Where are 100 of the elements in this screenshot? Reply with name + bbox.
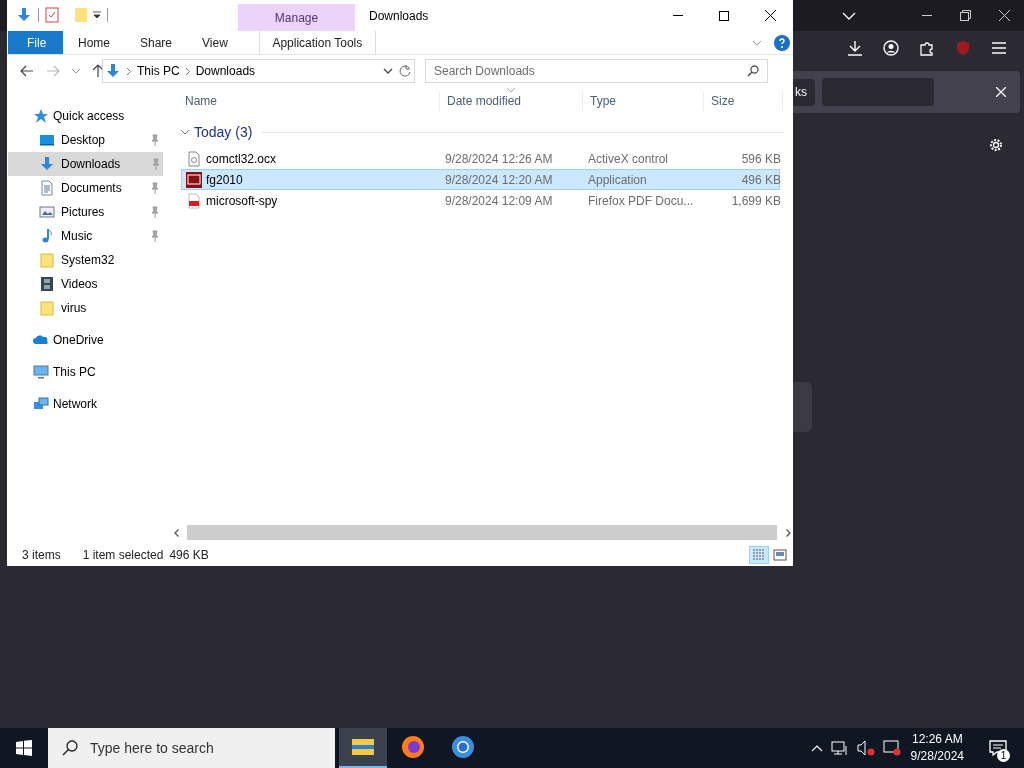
find-option-button[interactable]: ks [793,78,815,106]
clock[interactable]: 12:26 AM 9/28/2024 [908,731,972,765]
up-arrow-icon [92,64,104,78]
ribbon-tab[interactable]: Application Tools [258,31,376,54]
date-cell-text: 9/28/2024 12:20 AM [444,172,554,187]
ribbon-tab[interactable]: Home [63,31,125,54]
date-cell-text: 9/28/2024 12:09 AM [444,193,554,208]
network-icon [33,396,49,412]
nav-item[interactable]: OneDrive [7,328,162,352]
selection-size: 496 KB [169,548,209,562]
help-icon [774,34,790,51]
document-icon [39,180,55,196]
search-icon [747,65,759,77]
refresh-button[interactable] [399,65,411,77]
column-header[interactable]: Date modified [440,91,583,111]
nav-item[interactable]: This PC [7,360,162,384]
maximize-icon [719,10,729,21]
app-icon [186,171,202,188]
search-field[interactable]: Search Downloads [425,59,768,83]
picture-icon [39,204,55,220]
folder-icon [39,300,55,316]
download-arrow-icon [39,156,55,172]
file-row[interactable]: comctl32.ocx 9/28/2024 12:26 AM ActiveX control 596 KB [181,148,780,169]
view-button[interactable] [770,546,790,564]
item-count: 3 items [22,548,61,562]
scroll-right-icon [785,528,791,537]
nav-item[interactable]: Quick access [7,104,162,128]
nav-item[interactable]: Music [7,224,162,248]
shield-icon [955,40,971,56]
file-row[interactable]: fg2010 9/28/2024 12:20 AM Application 496 KB [181,169,780,190]
breadcrumb[interactable]: This PC [137,64,180,78]
type-cell-text: Firefox PDF Docu... [587,193,695,208]
speaker-muted-icon [856,740,875,756]
pin-icon [150,230,160,242]
help-button[interactable] [774,34,790,51]
nav-item[interactable]: Documents [7,176,162,200]
recent-locations-button[interactable] [72,68,80,74]
network-button[interactable] [830,740,849,756]
close-find-button[interactable] [996,87,1006,97]
file-row[interactable]: microsoft-spy 9/28/2024 12:09 AM Firefox PDF Docu... 1,699 KB [181,190,780,211]
nav-item[interactable]: virus [7,296,162,320]
column-header[interactable]: Size [704,91,783,111]
back-button[interactable] [20,65,34,77]
chevron-right-icon [127,67,131,75]
address-bar[interactable]: This PC Downloads [102,59,415,83]
puzzle-icon [919,40,935,56]
folder-icon [75,7,87,23]
film-icon [39,276,55,292]
tray-app-button[interactable] [882,740,901,756]
download-arrow-icon [16,7,32,23]
chevron-up-icon [810,744,823,752]
notifications-button[interactable]: 1 [980,728,1016,768]
ribbon-tab[interactable]: View [187,31,243,54]
back-arrow-icon [20,65,34,77]
ribbon-tab[interactable]: File [8,31,63,54]
date-cell-text: 9/28/2024 12:26 AM [444,151,554,166]
group-header[interactable]: Today (3) [180,122,793,142]
taskbar-search-field[interactable]: Type here to search [48,728,335,768]
nav-item[interactable]: Network [7,392,162,416]
dropdown-icon [93,11,101,19]
settings-icon [988,137,1004,153]
star-icon [33,108,49,124]
tray-expand-button[interactable] [810,744,823,752]
checklist-icon [45,7,59,23]
folder-icon [39,252,55,268]
minimize-icon [921,14,932,17]
size-cell-text: 1,699 KB [730,193,782,208]
monitor-icon [33,364,49,380]
size-cell-text: 496 KB [740,172,782,187]
close-icon [999,10,1010,21]
settings-button[interactable] [988,137,1004,153]
breadcrumb[interactable]: Downloads [195,64,256,78]
pin-icon [150,182,160,194]
download-arrow-icon [105,63,121,79]
type-cell-text: Application [587,172,648,187]
pin-icon [150,206,160,218]
selection-count: 1 item selected [82,548,164,562]
search-icon [62,740,78,756]
nav-item[interactable]: Pictures [7,200,162,224]
forward-arrow-icon [46,65,60,77]
ribbon-tab[interactable]: Share [125,31,188,54]
chevron-right-icon [185,67,190,75]
refresh-icon [399,65,411,77]
network-icon [830,740,849,756]
taskbar-app[interactable] [339,728,387,768]
up-button[interactable] [92,64,104,78]
time: 12:26 AM [911,731,963,748]
file-name: fg2010 [206,172,243,187]
account-icon [883,40,899,56]
column-header[interactable]: Type [583,91,704,111]
restore-icon [960,10,971,21]
nav-item[interactable]: Downloads [8,152,163,176]
file-name: comctl32.ocx [206,151,277,166]
column-header[interactable]: Name [178,91,440,111]
scroll-left-icon [173,528,179,537]
nav-item[interactable]: Videos [7,272,162,296]
volume-button[interactable] [856,740,875,756]
find-field[interactable] [822,78,934,106]
nav-item[interactable]: Desktop [7,128,162,152]
nav-item[interactable]: System32 [7,248,162,272]
